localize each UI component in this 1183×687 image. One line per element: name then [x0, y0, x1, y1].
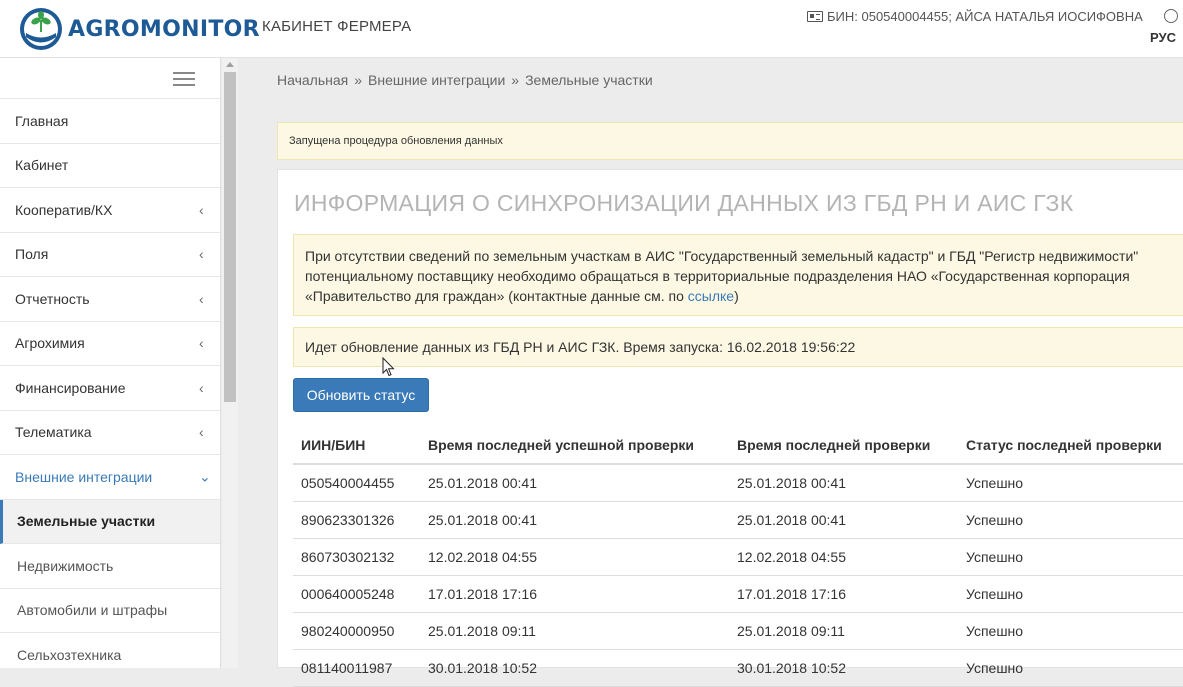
chevron-down-icon: ⌄: [199, 468, 211, 485]
cell-status: Успешно: [958, 612, 1183, 650]
cell-last-success: 12.02.2018 04:55: [420, 538, 729, 576]
cell-status: Успешно: [958, 464, 1183, 502]
chevron-left-icon: ‹: [199, 379, 204, 396]
language-switcher[interactable]: РУС: [1150, 30, 1176, 45]
info-notice: При отсутствии сведений по земельным уча…: [293, 234, 1183, 316]
column-header-iin[interactable]: ИИН/БИН: [293, 426, 420, 465]
cell-last-success: 25.01.2018 09:11: [420, 612, 729, 650]
sidebar-scrollbar[interactable]: [222, 58, 238, 668]
sidebar-subitem-cars-fines[interactable]: Автомобили и штрафы: [0, 588, 220, 633]
sidebar-toggle-row: [0, 58, 220, 99]
cell-last-check: 12.02.2018 04:55: [729, 538, 958, 576]
table-header-row: ИИН/БИН Время последней успешной проверк…: [293, 426, 1183, 465]
cell-last-success: 25.01.2018 00:41: [420, 501, 729, 539]
sidebar-item-label: Отчетность: [15, 290, 90, 307]
sidebar-subitem-label: Автомобили и штрафы: [17, 602, 168, 619]
breadcrumb-item-home[interactable]: Начальная: [277, 72, 348, 88]
cell-iin: 000640005248: [293, 575, 420, 613]
table-row: 890623301326 25.01.2018 00:41 25.01.2018…: [293, 501, 1183, 539]
sidebar-subitem-real-estate[interactable]: Недвижимость: [0, 544, 220, 589]
column-header-last-check[interactable]: Время последней проверки: [729, 426, 958, 465]
cell-status: Успешно: [958, 538, 1183, 576]
cell-status: Успешно: [958, 501, 1183, 539]
update-status-message: Идет обновление данных из ГБД РН и АИС Г…: [293, 327, 1183, 367]
table-row: 050540004455 25.01.2018 00:41 25.01.2018…: [293, 464, 1183, 502]
table-row: 000640005248 17.01.2018 17:16 17.01.2018…: [293, 575, 1183, 613]
sidebar-item-label: Финансирование: [15, 379, 126, 396]
contacts-link[interactable]: ссылке: [688, 288, 734, 304]
settings-icon[interactable]: [1164, 9, 1178, 23]
scroll-up-arrow-icon[interactable]: [226, 62, 234, 67]
info-line-2: потенциальному поставщику необходимо обр…: [305, 268, 1130, 284]
cabinet-title: КАБИНЕТ ФЕРМЕРА: [262, 18, 412, 35]
sidebar-subitem-agri-machinery[interactable]: Сельхозтехника: [0, 633, 220, 668]
table-row: 980240000950 25.01.2018 09:11 25.01.2018…: [293, 612, 1183, 650]
chevron-left-icon: ‹: [199, 246, 204, 263]
info-line-3-suffix: ): [734, 288, 739, 304]
sidebar-item-fields[interactable]: Поля ‹: [0, 233, 220, 277]
update-started-alert: Запущена процедура обновления данных: [277, 122, 1183, 160]
table-row: 860730302132 12.02.2018 04:55 12.02.2018…: [293, 538, 1183, 576]
cell-iin: 050540004455: [293, 464, 420, 502]
refresh-status-button[interactable]: Обновить статус: [293, 378, 429, 412]
cell-last-check: 25.01.2018 00:41: [729, 501, 958, 539]
cell-iin: 860730302132: [293, 538, 420, 576]
sidebar-item-main[interactable]: Главная: [0, 99, 220, 144]
page-title: ИНФОРМАЦИЯ О СИНХРОНИЗАЦИИ ДАННЫХ ИЗ ГБД…: [294, 190, 1074, 216]
mouse-cursor-icon: [382, 357, 395, 377]
info-line-3-prefix: «Правительство для граждан» (контактные …: [305, 288, 688, 304]
user-info-text: БИН: 050540004455; АЙСА НАТАЛЬЯ ИОСИФОВН…: [827, 9, 1143, 24]
sidebar-subitem-label: Земельные участки: [17, 513, 156, 530]
cell-last-success: 17.01.2018 17:16: [420, 575, 729, 613]
sidebar-item-external-integrations[interactable]: Внешние интеграции ⌄: [0, 455, 220, 500]
sidebar-item-label: Агрохимия: [15, 335, 85, 352]
sidebar-subitem-label: Сельхозтехника: [17, 646, 122, 663]
breadcrumb-item-integrations[interactable]: Внешние интеграции: [368, 72, 505, 88]
user-info[interactable]: БИН: 050540004455; АЙСА НАТАЛЬЯ ИОСИФОВН…: [807, 9, 1143, 24]
column-header-last-success[interactable]: Время последней успешной проверки: [420, 426, 729, 465]
chevron-left-icon: ‹: [199, 290, 204, 307]
cell-last-check: 17.01.2018 17:16: [729, 575, 958, 613]
cell-last-success: 25.01.2018 00:41: [420, 464, 729, 502]
breadcrumb: Начальная » Внешние интеграции » Земельные у…: [277, 72, 653, 88]
sidebar-item-cabinet[interactable]: Кабинет: [0, 144, 220, 188]
hamburger-menu-icon[interactable]: [173, 72, 195, 86]
breadcrumb-separator: »: [354, 72, 363, 88]
sidebar-item-label: Внешние интеграции: [15, 468, 153, 485]
sidebar-item-financing[interactable]: Финансирование ‹: [0, 366, 220, 411]
sidebar-subitem-land-plots[interactable]: Земельные участки: [0, 499, 220, 544]
cell-last-check: 25.01.2018 09:11: [729, 612, 958, 650]
scroll-thumb[interactable]: [224, 72, 236, 402]
chevron-left-icon: ‹: [199, 201, 204, 218]
sidebar: Главная Кабинет Кооператив/КХ ‹ Поля ‹ О…: [0, 58, 221, 668]
sidebar-item-label: Кооператив/КХ: [15, 201, 113, 218]
sidebar-item-cooperative[interactable]: Кооператив/КХ ‹: [0, 188, 220, 233]
info-line-3: «Правительство для граждан» (контактные …: [305, 286, 1183, 306]
top-header: AGROMONITOR КАБИНЕТ ФЕРМЕРА БИН: 0505400…: [0, 0, 1183, 58]
logo-text: AGROMONITOR: [68, 16, 260, 42]
id-card-icon: [807, 11, 823, 22]
cell-status: Успешно: [958, 575, 1183, 613]
sidebar-item-reports[interactable]: Отчетность ‹: [0, 277, 220, 322]
sidebar-item-label: Поля: [15, 246, 49, 263]
sync-info-panel: ИНФОРМАЦИЯ О СИНХРОНИЗАЦИИ ДАННЫХ ИЗ ГБД…: [277, 169, 1183, 687]
sidebar-subitem-label: Недвижимость: [17, 557, 114, 574]
chevron-left-icon: ‹: [199, 335, 204, 352]
sidebar-item-label: Телематика: [15, 424, 92, 441]
column-header-status[interactable]: Статус последней проверки: [958, 426, 1183, 465]
breadcrumb-separator: »: [511, 72, 520, 88]
sidebar-item-agrochemistry[interactable]: Агрохимия ‹: [0, 322, 220, 366]
cell-iin: 890623301326: [293, 501, 420, 539]
sync-status-table: ИИН/БИН Время последней успешной проверк…: [293, 426, 1183, 687]
logo-icon: [20, 8, 62, 50]
sidebar-item-telematics[interactable]: Телематика ‹: [0, 411, 220, 455]
logo[interactable]: AGROMONITOR: [18, 6, 260, 52]
info-line-1: При отсутствии сведений по земельным уча…: [305, 248, 1139, 264]
cell-iin: 980240000950: [293, 612, 420, 650]
sidebar-item-label: Главная: [15, 112, 69, 129]
cell-last-check: 25.01.2018 00:41: [729, 464, 958, 502]
breadcrumb-item-current: Земельные участки: [525, 72, 653, 88]
sidebar-item-label: Кабинет: [15, 157, 69, 174]
chevron-left-icon: ‹: [199, 424, 204, 441]
